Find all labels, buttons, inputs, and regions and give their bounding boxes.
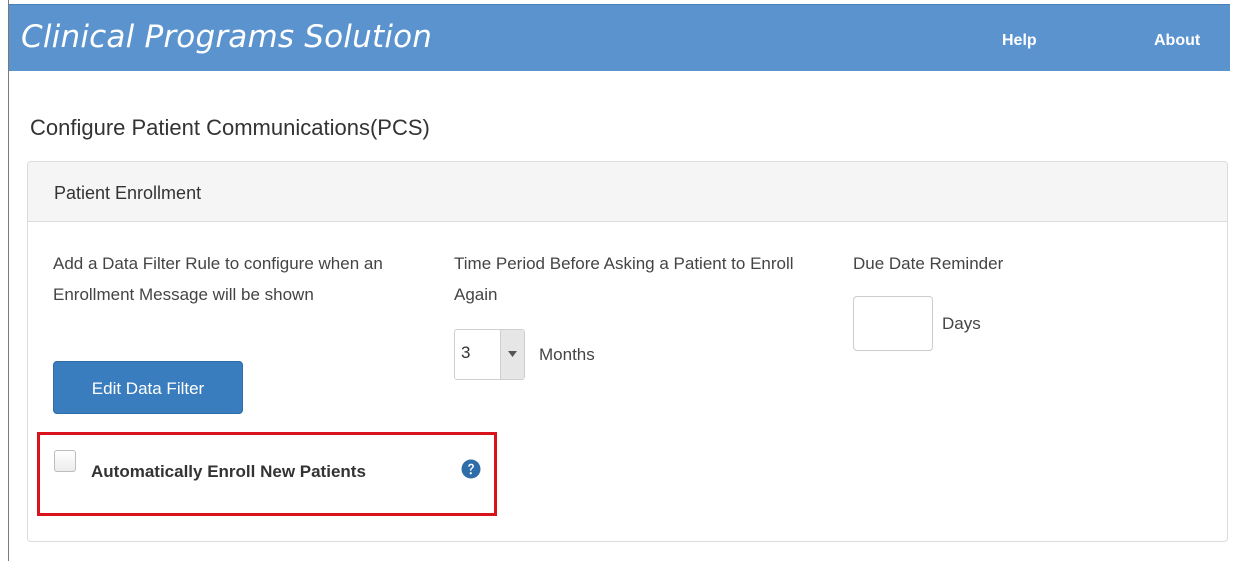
months-unit-label: Months (539, 345, 595, 364)
days-unit-label: Days (942, 314, 981, 333)
panel-title: Patient Enrollment (54, 183, 202, 203)
data-filter-description: Add a Data Filter Rule to configure when… (53, 254, 383, 304)
question-circle-icon[interactable] (461, 459, 481, 479)
caret-down-icon (508, 351, 517, 357)
time-period-select-value: 3 (461, 343, 471, 362)
nav-about-link[interactable]: About (1154, 32, 1200, 50)
nav-help-link[interactable]: Help (1002, 32, 1037, 50)
page-title: Configure Patient Communications(PCS) (30, 115, 430, 140)
time-period-select[interactable]: 3 (454, 329, 525, 380)
edit-data-filter-button[interactable]: Edit Data Filter (53, 361, 243, 414)
top-navbar: Clinical Programs Solution Help About (9, 4, 1230, 71)
window-left-border (8, 0, 9, 561)
auto-enroll-checkbox[interactable] (54, 450, 76, 472)
panel-heading: Patient Enrollment (28, 162, 1227, 222)
app-brand[interactable]: Clinical Programs Solution (21, 19, 432, 55)
select-dropdown-button[interactable] (500, 330, 524, 379)
due-date-reminder-label: Due Date Reminder (853, 254, 1004, 273)
auto-enroll-label[interactable]: Automatically Enroll New Patients (91, 462, 366, 482)
due-date-days-input[interactable] (853, 296, 933, 351)
app-window: Clinical Programs Solution Help About Co… (0, 0, 1238, 561)
time-period-label: Time Period Before Asking a Patient to E… (454, 254, 794, 304)
